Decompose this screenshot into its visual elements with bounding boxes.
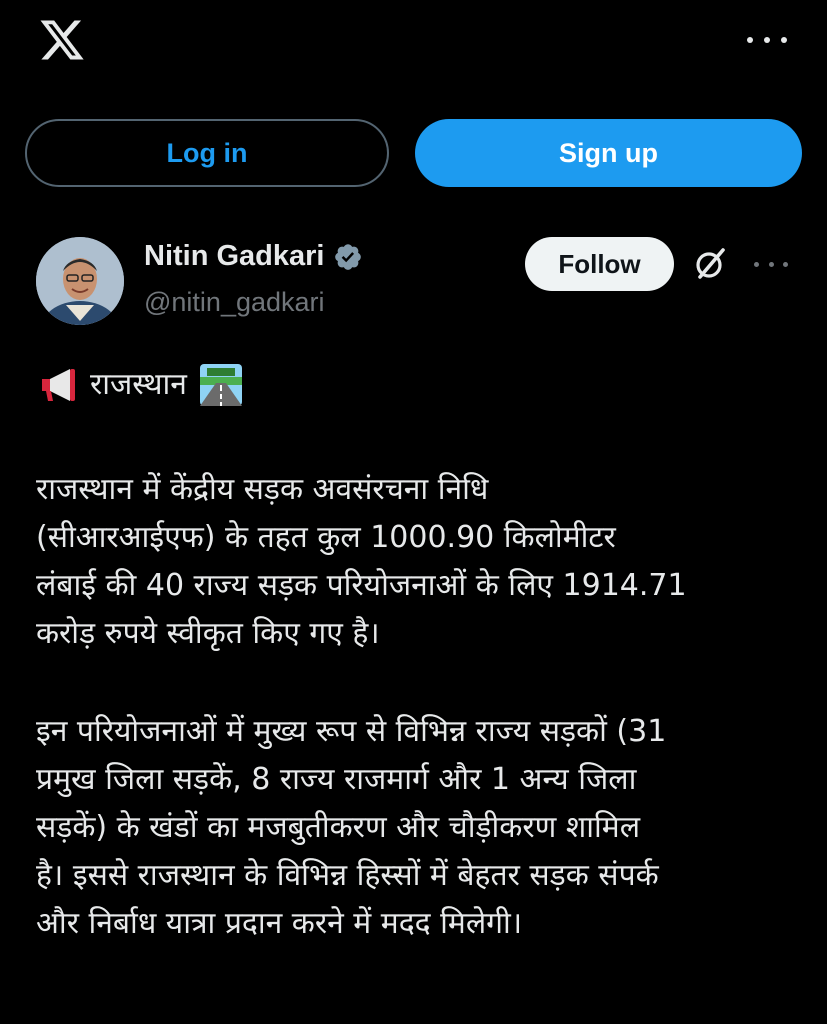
tweet-headline: राजस्थान [36,360,796,410]
dot [783,261,788,267]
dot [764,37,770,43]
author-name[interactable]: Nitin Gadkari [144,240,325,273]
x-logo-icon[interactable] [36,16,88,64]
avatar-image [36,237,124,325]
megaphone-icon [42,369,75,401]
dot [768,261,774,267]
motorway-icon [199,364,242,406]
top-bar [0,0,827,90]
author-name-row: Nitin Gadkari [144,240,363,273]
more-dots-icon [747,37,753,43]
avatar[interactable] [36,237,124,325]
author-handle[interactable]: @nitin_gadkari [144,287,325,318]
verified-badge-icon [334,243,361,270]
follow-button[interactable]: Follow [525,237,674,291]
tweet-text: राजस्थान राजस्थान में केंद्रीय सड़क अवसं… [36,360,796,948]
tweet-headline-text: राजस्थान [90,367,187,402]
signup-button[interactable]: Sign up [415,119,802,187]
tweet-paragraph-1: राजस्थान में केंद्रीय सड़क अवसंरचना निधि… [36,472,687,651]
login-button[interactable]: Log in [25,119,389,187]
dot [781,37,787,43]
more-options-button[interactable] [747,26,787,54]
tweet-paragraph-2: इन परियोजनाओं में मुख्य रूप से विभिन्न र… [36,714,667,941]
grok-icon[interactable] [692,246,728,282]
tweet-more-button[interactable] [754,258,788,270]
more-dots-icon [754,261,759,267]
